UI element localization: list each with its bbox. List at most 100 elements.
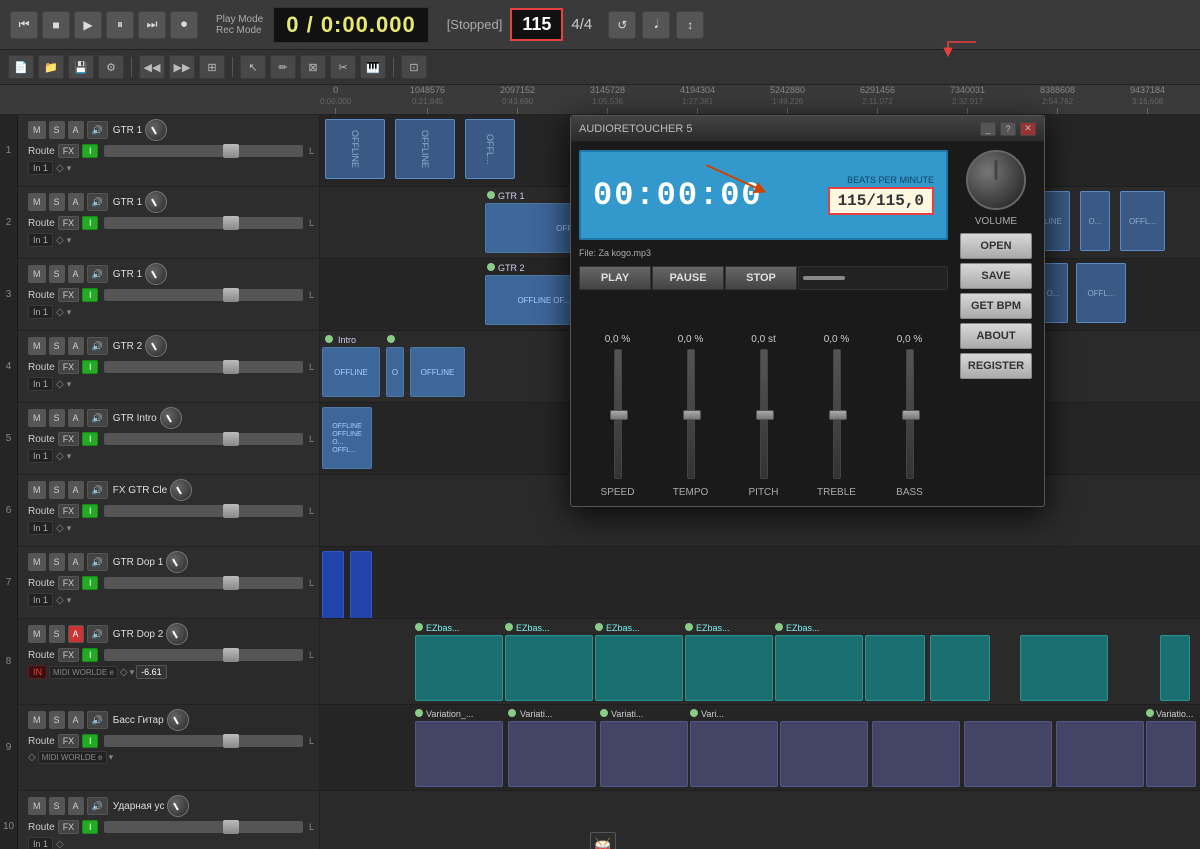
clip-marker-variati2[interactable] <box>600 709 608 717</box>
power-btn-10[interactable]: I <box>82 820 98 834</box>
arm-btn-1[interactable]: A <box>68 121 84 139</box>
clip-3-4[interactable]: OFFL... <box>1076 263 1126 323</box>
fader-8[interactable] <box>104 649 303 661</box>
plugin-play-btn[interactable]: PLAY <box>579 266 651 290</box>
clip-8-7[interactable] <box>930 635 990 701</box>
mute-btn-4[interactable]: M <box>28 337 46 355</box>
mute-btn-9[interactable]: M <box>28 711 46 729</box>
mute-btn-6[interactable]: M <box>28 481 46 499</box>
clip-marker-gtr2[interactable] <box>487 263 495 271</box>
fader-thumb-5[interactable] <box>223 432 239 446</box>
fx-btn-8[interactable]: FX <box>58 648 80 662</box>
fx-btn-6[interactable]: FX <box>58 504 80 518</box>
pause-button[interactable]: ⏸ <box>106 11 134 39</box>
mute-btn-5[interactable]: M <box>28 409 46 427</box>
power-btn-3[interactable]: I <box>82 288 98 302</box>
power-btn-4[interactable]: I <box>82 360 98 374</box>
arm-btn-4[interactable]: A <box>68 337 84 355</box>
clip-8-4[interactable] <box>685 635 773 701</box>
fold-btn-9[interactable]: ▾ <box>109 752 114 763</box>
fader-thumb-9[interactable] <box>223 734 239 748</box>
fx-btn-5[interactable]: FX <box>58 432 80 446</box>
vol-knob-2[interactable] <box>145 191 167 213</box>
monitor-btn-1[interactable]: 🔊 <box>87 121 108 139</box>
arm-btn-10[interactable]: A <box>68 797 84 815</box>
fader-3[interactable] <box>104 289 303 301</box>
bass-slider[interactable] <box>906 349 914 479</box>
power-btn-6[interactable]: I <box>82 504 98 518</box>
mute-btn-8[interactable]: M <box>28 625 46 643</box>
loop-button[interactable]: ↺ <box>608 11 636 39</box>
fx-btn-7[interactable]: FX <box>58 576 80 590</box>
plugin-minimize-btn[interactable]: _ <box>980 122 996 136</box>
arm-btn-6[interactable]: A <box>68 481 84 499</box>
solo-btn-9[interactable]: S <box>49 711 65 729</box>
rewind-button[interactable]: ⏮ <box>10 11 38 39</box>
monitor-btn-4[interactable]: 🔊 <box>87 337 108 355</box>
clip-1-2[interactable]: OFFLINE <box>395 119 455 179</box>
speed-thumb[interactable] <box>610 410 628 420</box>
toolbar-piano[interactable]: 🎹 <box>360 55 386 79</box>
vol-knob-7[interactable] <box>166 551 188 573</box>
fader-thumb-7[interactable] <box>223 576 239 590</box>
save-btn[interactable]: SAVE <box>960 263 1032 289</box>
fader-thumb-2[interactable] <box>223 216 239 230</box>
monitor-btn-6[interactable]: 🔊 <box>87 481 108 499</box>
monitor-btn-2[interactable]: 🔊 <box>87 193 108 211</box>
fx-btn-2[interactable]: FX <box>58 216 80 230</box>
clip-marker-ezbas2[interactable] <box>505 623 513 631</box>
clip-5-1[interactable]: OFFLINE OFFLINE O... OFFL... <box>322 407 372 469</box>
stop-button[interactable]: ■ <box>42 11 70 39</box>
tempo-slider[interactable] <box>687 349 695 479</box>
clip-marker-intro2[interactable] <box>387 335 395 343</box>
mute-btn-3[interactable]: M <box>28 265 46 283</box>
fader-thumb-3[interactable] <box>223 288 239 302</box>
plugin-pause-btn[interactable]: PAUSE <box>652 266 724 290</box>
power-btn-1[interactable]: I <box>82 144 98 158</box>
clip-9-2[interactable] <box>508 721 596 787</box>
about-btn[interactable]: ABOUT <box>960 323 1032 349</box>
fx-btn-3[interactable]: FX <box>58 288 80 302</box>
monitor-btn-7[interactable]: 🔊 <box>87 553 108 571</box>
fx-btn-10[interactable]: FX <box>58 820 80 834</box>
toolbar-settings[interactable]: ⚙ <box>98 55 124 79</box>
bpm-display[interactable]: 115 <box>510 8 563 41</box>
mute-btn-2[interactable]: M <box>28 193 46 211</box>
treble-thumb[interactable] <box>829 410 847 420</box>
plugin-help-btn[interactable]: ? <box>1000 122 1016 136</box>
clip-2-4[interactable]: O... <box>1080 191 1110 251</box>
clip-9-6[interactable] <box>872 721 960 787</box>
mute-btn-7[interactable]: M <box>28 553 46 571</box>
vol-knob-1[interactable] <box>145 119 167 141</box>
toolbar-pencil[interactable]: ✏ <box>270 55 296 79</box>
register-btn[interactable]: REGISTER <box>960 353 1032 379</box>
pitch-thumb[interactable] <box>756 410 774 420</box>
clip-9-3[interactable] <box>600 721 688 787</box>
solo-btn-1[interactable]: S <box>49 121 65 139</box>
clip-9-4[interactable] <box>690 721 778 787</box>
fader-7[interactable] <box>104 577 303 589</box>
monitor-btn-3[interactable]: 🔊 <box>87 265 108 283</box>
clip-marker-ezbas[interactable] <box>415 623 423 631</box>
toolbar-extra1[interactable]: ⊡ <box>401 55 427 79</box>
monitor-btn-9[interactable]: 🔊 <box>87 711 108 729</box>
tempo-thumb[interactable] <box>683 410 701 420</box>
power-btn-5[interactable]: I <box>82 432 98 446</box>
fader-thumb-4[interactable] <box>223 360 239 374</box>
clip-4-3[interactable]: OFFLINE <box>410 347 465 397</box>
arm-btn-2[interactable]: A <box>68 193 84 211</box>
clip-marker-intro[interactable] <box>325 335 333 343</box>
power-btn-2[interactable]: I <box>82 216 98 230</box>
toolbar-select[interactable]: ↖ <box>240 55 266 79</box>
clip-8-9[interactable] <box>1160 635 1190 701</box>
fader-6[interactable] <box>104 505 303 517</box>
monitor-btn-10[interactable]: 🔊 <box>87 797 108 815</box>
clip-2-5[interactable]: OFFL... <box>1120 191 1165 251</box>
speed-slider[interactable] <box>614 349 622 479</box>
clip-8-3[interactable] <box>595 635 683 701</box>
toolbar-eraser[interactable]: ⊠ <box>300 55 326 79</box>
fader-9[interactable] <box>104 735 303 747</box>
fold-btn-1[interactable]: ▾ <box>67 163 72 174</box>
fold-btn-2[interactable]: ▾ <box>67 235 72 246</box>
vol-knob-3[interactable] <box>145 263 167 285</box>
